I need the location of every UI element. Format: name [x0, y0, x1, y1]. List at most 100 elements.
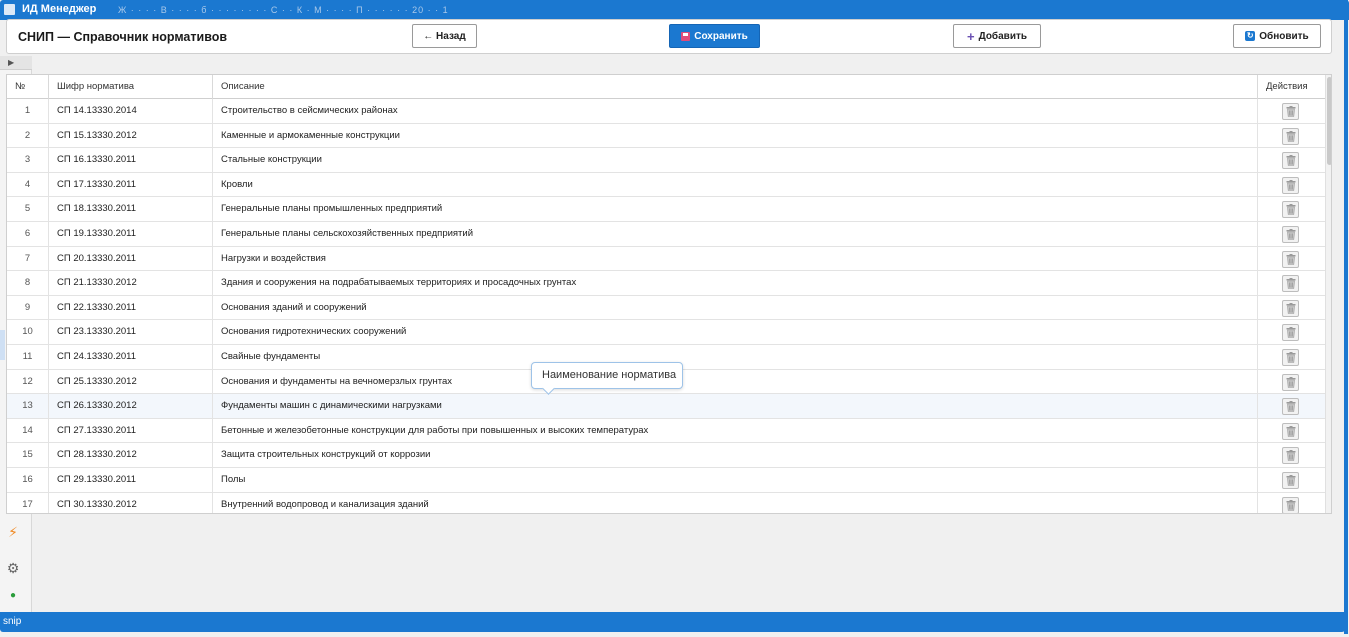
norm-code-cell[interactable]: СП 21.13330.2012: [49, 271, 213, 296]
table-row[interactable]: 8 СП 21.13330.2012 Здания и сооружения на …: [7, 271, 1325, 296]
norm-code-cell[interactable]: СП 15.13330.2012: [49, 123, 213, 148]
norm-code-cell[interactable]: СП 14.13330.2014: [49, 99, 213, 123]
delete-row-button[interactable]: [1282, 471, 1299, 489]
delete-row-button[interactable]: [1282, 422, 1299, 440]
table-row[interactable]: 7 СП 20.13330.2011 Нагрузки и воздействия: [7, 246, 1325, 272]
norms-table: № Шифр норматива Описание Действия 1 СП 1…: [6, 74, 1332, 514]
trash-icon: [1286, 204, 1296, 216]
rail-expand-icon[interactable]: ▶: [0, 56, 32, 70]
norm-code-cell[interactable]: СП 23.13330.2011: [49, 320, 213, 345]
row-actions: [1258, 370, 1325, 394]
norm-description-cell[interactable]: Свайные фундаменты: [213, 344, 1258, 369]
delete-row-button[interactable]: [1282, 447, 1299, 465]
trash-icon: [1286, 401, 1296, 412]
save-button[interactable]: Сохранить: [669, 24, 760, 48]
norm-description-cell[interactable]: Основания зданий и сооружений: [213, 295, 1258, 320]
delete-row-button[interactable]: [1282, 103, 1299, 120]
norm-code-cell[interactable]: СП 30.13330.2012: [49, 492, 213, 513]
norm-description-cell[interactable]: Нагрузки и воздействия: [213, 246, 1258, 271]
trash-icon: [1286, 106, 1296, 117]
delete-row-button[interactable]: [1282, 348, 1299, 366]
table-row[interactable]: 3 СП 16.13330.2011 Стальные конструкции: [7, 148, 1325, 173]
norm-description-cell[interactable]: Стальные конструкции: [213, 148, 1258, 173]
table-row[interactable]: 14 СП 27.13330.2011 Бетонные и железобетон…: [7, 418, 1325, 444]
delete-row-button[interactable]: [1282, 176, 1299, 194]
row-number: 1: [7, 99, 49, 123]
norm-code-cell[interactable]: СП 17.13330.2011: [49, 172, 213, 197]
norm-description-cell[interactable]: Защита строительных конструкций от корро…: [213, 443, 1258, 468]
app-titlebar: ИД Менеджер Ж · · · · В · · · · б · · · …: [0, 0, 1349, 20]
vertical-scrollbar[interactable]: [1325, 75, 1331, 513]
row-actions: [1258, 148, 1325, 172]
delete-row-button[interactable]: [1282, 496, 1299, 513]
column-header-actions: Действия: [1266, 81, 1308, 92]
table-row[interactable]: 4 СП 17.13330.2011 Кровли: [7, 172, 1325, 198]
refresh-button[interactable]: ↻ Обновить: [1233, 24, 1321, 48]
norm-code-cell[interactable]: СП 19.13330.2011: [49, 221, 213, 246]
delete-row-button[interactable]: [1282, 127, 1299, 145]
table-row[interactable]: 2 СП 15.13330.2012 Каменные и армокаменные…: [7, 123, 1325, 149]
norm-code-cell[interactable]: СП 18.13330.2011: [49, 197, 213, 222]
norm-description-cell[interactable]: Фундаменты машин с динамическими нагрузк…: [213, 394, 1258, 419]
table-row[interactable]: 17 СП 30.13330.2012 Внутренний водопровод …: [7, 492, 1325, 513]
delete-row-button[interactable]: [1282, 275, 1299, 293]
norm-code-cell[interactable]: СП 20.13330.2011: [49, 246, 213, 271]
trash-icon: [1286, 228, 1296, 240]
column-header-num[interactable]: №: [7, 75, 49, 99]
add-button[interactable]: + Добавить: [953, 24, 1041, 48]
table-row[interactable]: 13 СП 26.13330.2012 Фундаменты машин с дин…: [7, 394, 1325, 419]
norm-description-cell[interactable]: Кровли: [213, 172, 1258, 197]
trash-icon: [1286, 425, 1296, 437]
delete-row-button[interactable]: [1282, 152, 1299, 170]
row-actions: [1258, 443, 1325, 467]
norm-description-cell[interactable]: Внутренний водопровод и канализация здан…: [213, 492, 1258, 513]
delete-row-button[interactable]: [1282, 201, 1299, 219]
scrollbar-thumb[interactable]: [1327, 77, 1331, 165]
delete-row-button[interactable]: [1282, 324, 1299, 342]
back-button[interactable]: ← Назад: [412, 24, 477, 48]
norm-code-cell[interactable]: СП 26.13330.2012: [49, 394, 213, 419]
refresh-button-label: Обновить: [1259, 30, 1309, 42]
delete-row-button[interactable]: [1282, 225, 1299, 243]
column-header-description[interactable]: Описание: [213, 75, 1258, 99]
norm-description-cell[interactable]: Строительство в сейсмических районах: [213, 99, 1258, 123]
table-row[interactable]: 10 СП 23.13330.2011 Основания гидротехниче…: [7, 320, 1325, 345]
norm-code-cell[interactable]: СП 16.13330.2011: [49, 148, 213, 173]
norm-code-cell[interactable]: СП 29.13330.2011: [49, 467, 213, 492]
norm-description-cell[interactable]: Генеральные планы промышленных предприят…: [213, 197, 1258, 222]
flash-icon[interactable]: ⚡: [5, 524, 21, 540]
delete-row-button[interactable]: [1282, 299, 1299, 317]
delete-row-button[interactable]: [1282, 250, 1299, 268]
table-row[interactable]: 6 СП 19.13330.2011 Генеральные планы сельс…: [7, 221, 1325, 247]
table-row[interactable]: 16 СП 29.13330.2011 Полы: [7, 467, 1325, 493]
row-actions: [1258, 320, 1325, 344]
norm-code-cell[interactable]: СП 25.13330.2012: [49, 369, 213, 394]
norm-code-cell[interactable]: СП 28.13330.2012: [49, 443, 213, 468]
table-row[interactable]: 5 СП 18.13330.2011 Генеральные планы промы…: [7, 197, 1325, 222]
gear-icon[interactable]: ⚙: [5, 560, 21, 576]
norm-description-cell[interactable]: Каменные и армокаменные конструкции: [213, 123, 1258, 148]
table-row[interactable]: 9 СП 22.13330.2011 Основания зданий и соор…: [7, 295, 1325, 321]
dialog-header: СНИП — Справочник нормативов ← Назад Сох…: [6, 19, 1332, 54]
column-header-code[interactable]: Шифр норматива: [49, 75, 213, 99]
norm-description-cell[interactable]: Генеральные планы сельскохозяйственных п…: [213, 221, 1258, 246]
norm-description-cell[interactable]: Основания гидротехнических сооружений: [213, 320, 1258, 345]
delete-row-button[interactable]: [1282, 373, 1299, 391]
norm-code-cell[interactable]: СП 24.13330.2011: [49, 344, 213, 369]
delete-row-button[interactable]: [1282, 398, 1299, 416]
table-row[interactable]: 1 СП 14.13330.2014 Строительство в сейсмич…: [7, 99, 1325, 124]
row-actions: [1258, 271, 1325, 295]
norm-description-cell[interactable]: Основания и фундаменты на вечномерзлых г…: [213, 369, 1258, 394]
norm-code-cell[interactable]: СП 27.13330.2011: [49, 418, 213, 443]
norm-description-cell[interactable]: Бетонные и железобетонные конструкции дл…: [213, 418, 1258, 443]
norm-description-cell[interactable]: Здания и сооружения на подрабатываемых т…: [213, 271, 1258, 296]
table-header: № Шифр норматива Описание Действия: [7, 75, 1325, 99]
row-actions: [1258, 197, 1325, 221]
norm-code-cell[interactable]: СП 22.13330.2011: [49, 295, 213, 320]
table-row[interactable]: 15 СП 28.13330.2012 Защита строительных ко…: [7, 443, 1325, 468]
row-number: 15: [7, 443, 49, 468]
norm-description-cell[interactable]: Полы: [213, 467, 1258, 492]
status-bar: snip: [0, 612, 1345, 632]
window-border: [1344, 0, 1348, 634]
trash-icon: [1286, 179, 1296, 191]
